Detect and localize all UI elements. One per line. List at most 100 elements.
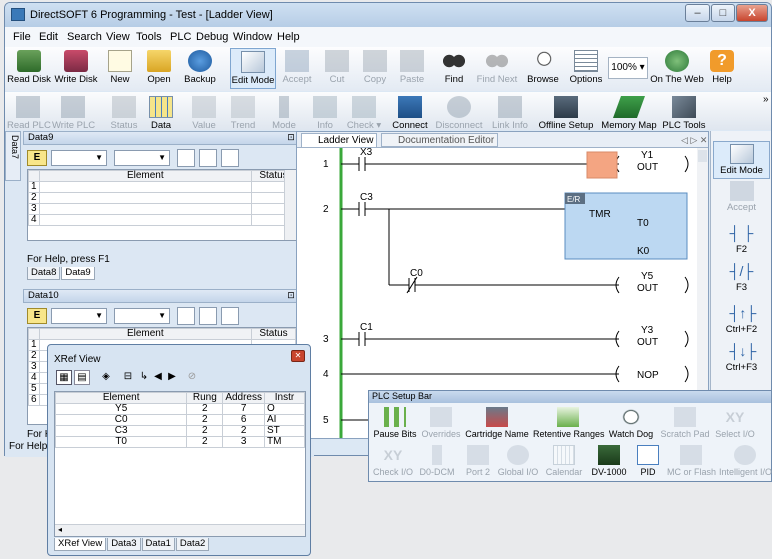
maximize-button[interactable]: □	[711, 4, 735, 22]
data10-box-2[interactable]	[199, 307, 217, 325]
palette-accept-button[interactable]: Accept	[713, 181, 770, 213]
scratch-pad-button[interactable]: Scratch Pad	[659, 407, 711, 439]
write-disk-button[interactable]: Write Disk	[53, 50, 99, 85]
mc-or-flash-button[interactable]: MC or Flash	[667, 445, 716, 477]
e-button[interactable]: E	[27, 308, 47, 324]
data10-combo-2[interactable]: ▼	[114, 308, 170, 324]
dv-1000-button[interactable]: DV-1000	[589, 445, 629, 477]
menu-window[interactable]: Window	[233, 31, 272, 43]
menu-help[interactable]: Help	[277, 31, 300, 43]
menu-tools[interactable]: Tools	[136, 31, 162, 43]
table-row[interactable]: 4	[28, 214, 296, 226]
d0-dcm-button[interactable]: D0-DCM	[417, 445, 457, 477]
watch-dog-button[interactable]: Watch Dog	[607, 407, 655, 439]
table-row[interactable]: 1	[28, 181, 296, 193]
open-button[interactable]: Open	[142, 50, 176, 85]
port2-button[interactable]: Port 2	[461, 445, 495, 477]
table-row[interactable]: 3	[28, 203, 296, 215]
grid-view-icon[interactable]: ▦	[56, 370, 72, 385]
table-row[interactable]: T0 2 3 TM	[54, 436, 305, 448]
table-row[interactable]: C0 2 6 AI	[54, 414, 305, 426]
write-plc-button[interactable]: Write PLC	[52, 96, 95, 131]
menu-view[interactable]: View	[106, 31, 130, 43]
prev-arrow-icon[interactable]: ◀	[152, 370, 164, 385]
tab-scroll-arrows-icon[interactable]: ◁ ▷ ✕	[681, 134, 707, 148]
data9-combo-2[interactable]: ▼	[114, 150, 170, 166]
pause-bits-button[interactable]: Pause Bits	[373, 407, 417, 439]
palette-edge-contact-button[interactable]: ┤↑├ Ctrl+F2	[713, 303, 770, 335]
menu-debug[interactable]: Debug	[196, 31, 228, 43]
data10-box-3[interactable]	[221, 307, 239, 325]
palette-edge-nc-button[interactable]: ┤↓├ Ctrl+F3	[713, 341, 770, 373]
tab-data2[interactable]: Data2	[175, 538, 210, 551]
memory-map-button[interactable]: Memory Map	[600, 96, 658, 131]
browse-button[interactable]: Browse	[524, 50, 562, 85]
calendar-button[interactable]: Calendar	[543, 445, 585, 477]
help-button[interactable]: ? Help	[708, 50, 736, 85]
minimize-button[interactable]: –	[685, 4, 710, 22]
data9-scrollbar[interactable]	[284, 170, 296, 240]
xref-hscrollbar[interactable]: ◂	[55, 524, 305, 536]
tab-data9[interactable]: Data9	[61, 267, 95, 280]
cut-button[interactable]: Cut	[324, 50, 350, 85]
palette-no-contact-button[interactable]: ┤ ├ F2	[713, 223, 770, 255]
next-arrow-icon[interactable]: ▶	[166, 370, 178, 385]
filter-icon[interactable]: ◈	[98, 370, 114, 385]
overrides-button[interactable]: Overrides	[421, 407, 461, 439]
close-button[interactable]: X	[736, 4, 768, 22]
tab-xref-view[interactable]: XRef View	[54, 538, 107, 551]
backup-button[interactable]: Backup	[180, 50, 220, 85]
find-next-button[interactable]: Find Next	[475, 50, 519, 85]
tab-documentation-editor[interactable]: Documentation Editor	[381, 133, 499, 147]
table-row[interactable]: 2	[28, 192, 296, 204]
retentive-ranges-button[interactable]: Retentive Ranges	[533, 407, 605, 439]
connect-button[interactable]: Connect	[389, 96, 431, 131]
data-button[interactable]: Data	[146, 96, 176, 131]
read-plc-button[interactable]: Read PLC	[7, 96, 51, 131]
e-button[interactable]: E	[27, 150, 47, 166]
menu-plc[interactable]: PLC	[170, 31, 191, 43]
accept-button[interactable]: Accept	[280, 50, 314, 85]
data9-box-1[interactable]	[177, 149, 195, 167]
data9-combo-1[interactable]: ▼	[51, 150, 107, 166]
table-row[interactable]: Y5 2 7 O	[54, 403, 305, 415]
paste-button[interactable]: Paste	[397, 50, 427, 85]
select-io-button[interactable]: XY Select I/O	[715, 407, 755, 439]
menu-search[interactable]: Search	[67, 31, 102, 43]
info-button[interactable]: Info	[312, 96, 338, 131]
pin-icon[interactable]: ⊡	[286, 291, 296, 301]
jump-icon[interactable]: ⊟	[120, 370, 136, 385]
intelligent-io-button[interactable]: Intelligent I/O	[719, 445, 772, 477]
new-button[interactable]: New	[104, 50, 136, 85]
offline-setup-button[interactable]: Offline Setup	[537, 96, 595, 131]
options-button[interactable]: Options	[566, 50, 606, 85]
data9-box-2[interactable]	[199, 149, 217, 167]
list-view-icon[interactable]: ▤	[74, 370, 90, 385]
cartridge-name-button[interactable]: Cartridge Name	[465, 407, 529, 439]
plc-tools-button[interactable]: PLC Tools	[661, 96, 707, 131]
pin-icon[interactable]: ⊡	[286, 133, 296, 143]
palette-edit-mode-button[interactable]: Edit Mode	[713, 141, 770, 179]
copy-button[interactable]: Copy	[360, 50, 390, 85]
data10-box-1[interactable]	[177, 307, 195, 325]
tab-data1[interactable]: Data1	[141, 538, 175, 551]
pid-button[interactable]: PID	[633, 445, 663, 477]
trend-button[interactable]: Trend	[227, 96, 259, 131]
tab-data3[interactable]: Data3	[107, 538, 141, 551]
value-button[interactable]: Value	[188, 96, 220, 131]
tab-data8[interactable]: Data8	[27, 267, 61, 280]
edit-mode-button[interactable]: Edit Mode	[230, 48, 276, 89]
table-row[interactable]: C3 2 2 ST	[54, 425, 305, 437]
link-info-button[interactable]: Link Info	[488, 96, 532, 131]
xref-close-button[interactable]: ✕	[291, 350, 305, 362]
data10-combo-1[interactable]: ▼	[51, 308, 107, 324]
zoom-select[interactable]: 100% ▾	[608, 57, 648, 79]
toolbar-overflow-chevron-icon[interactable]: »	[763, 94, 769, 105]
tab-ladder-view[interactable]: Ladder View	[301, 133, 378, 147]
menu-file[interactable]: File	[13, 31, 31, 43]
find-button[interactable]: Find	[440, 50, 468, 85]
refresh-icon[interactable]: ⊘	[184, 370, 200, 385]
menu-edit[interactable]: Edit	[39, 31, 58, 43]
check-io-button[interactable]: XY Check I/O	[373, 445, 413, 477]
side-tab-data7[interactable]: Data7	[5, 131, 21, 181]
